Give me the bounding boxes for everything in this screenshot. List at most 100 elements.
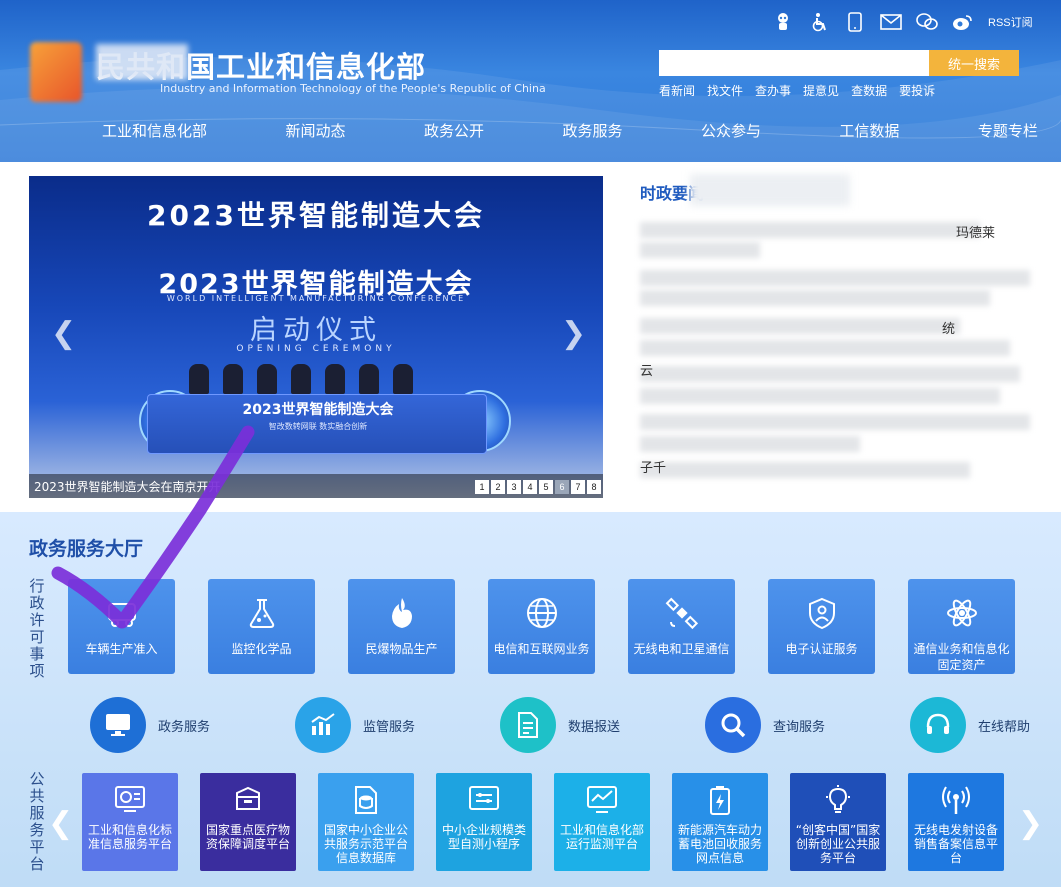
platform-label: “创客中国”国家创新创业公共服务平台 [795,823,881,865]
news-item-redacted[interactable] [640,366,1020,382]
tile-telecom-internet[interactable]: 电信和互联网业务 [488,579,595,674]
standard-icon [113,783,147,817]
news-panel: 时政要闻 玛德莱 统 云 子千 [620,170,1061,506]
pub-operation-monitoring[interactable]: 工业和信息化部运行监测平台 [554,773,650,871]
site-header: 民共和国工业和信息化部 Industry and Information Tec… [0,0,1061,162]
weibo-icon[interactable] [952,11,974,33]
pub-standards-platform[interactable]: 工业和信息化标准信息服务平台 [82,773,178,871]
quick-link-data[interactable]: 查数据 [851,82,887,99]
tile-radio-satellite[interactable]: 无线电和卫星通信 [628,579,735,674]
ceremony-subtitle: OPENING CEREMONY [236,344,396,354]
nav-item-public-participation[interactable]: 公众参与 [689,120,773,141]
banner-title: 2023世界智能制造大会 [147,199,485,232]
mail-icon[interactable] [880,11,902,33]
tile-monitored-chemicals[interactable]: 监控化学品 [208,579,315,674]
service-category-gov[interactable]: 政务服务 [90,697,210,753]
quick-link-suggest[interactable]: 提意见 [803,82,839,99]
news-item-redacted[interactable] [640,388,1000,404]
pager-page-6[interactable]: 6 [555,480,569,494]
satellite-icon [664,595,700,631]
news-item-redacted[interactable] [640,340,1010,356]
news-fragment: 子千 [640,461,667,476]
news-title-redaction [690,174,850,206]
antenna-icon [939,783,973,817]
wechat-icon[interactable] [916,11,938,33]
tile-civil-explosives[interactable]: 民爆物品生产 [348,579,455,674]
site-subtitle: Industry and Information Technology of t… [160,82,546,95]
site-search-input[interactable] [659,50,931,76]
quick-links: 看新闻 找文件 查办事 提意见 查数据 要投诉 [659,82,935,99]
quick-link-files[interactable]: 找文件 [707,82,743,99]
sliders-icon [467,783,501,817]
service-category-query[interactable]: 查询服务 [704,697,825,753]
carousel-next-arrow-icon[interactable]: ❯ [561,316,586,351]
pager-page-8[interactable]: 8 [587,480,601,494]
tile-label: 通信业务和信息化固定资产 [913,642,1010,672]
top-utility-bar: RSS订阅 [772,10,1033,34]
pager-page-7[interactable]: 7 [571,480,585,494]
tile-label: 监控化学品 [231,642,292,656]
box-icon [231,783,265,817]
accessibility-icon[interactable] [808,11,830,33]
public-next-arrow-icon[interactable]: ❯ [1018,806,1043,841]
tile-vehicle-production[interactable]: 车辆生产准入 [68,579,175,674]
service-category-supervision[interactable]: 监管服务 [294,697,415,753]
pub-maker-china[interactable]: “创客中国”国家创新创业公共服务平台 [790,773,886,871]
rss-subscribe-link[interactable]: RSS订阅 [988,14,1033,30]
service-hall-title: 政务服务大厅 [29,538,144,560]
quick-link-complaint[interactable]: 要投诉 [899,82,935,99]
service-category-help[interactable]: 在线帮助 [909,697,1030,753]
pager-page-1[interactable]: 1 [475,480,489,494]
public-prev-arrow-icon[interactable]: ❮ [48,806,73,841]
carousel-caption[interactable]: 2023世界智能制造大会在南京开开 [34,478,221,495]
pub-battery-recycling[interactable]: 新能源汽车动力蓄电池回收服务网点信息 [672,773,768,871]
robot-icon[interactable] [772,11,794,33]
database-icon [349,783,383,817]
service-category-data-report[interactable]: 数据报送 [499,697,620,753]
tile-e-certification[interactable]: 电子认证服务 [768,579,875,674]
pub-radio-equipment[interactable]: 无线电发射设备销售备案信息平台 [908,773,1004,871]
news-carousel[interactable]: 2023世界智能制造大会 2023世界智能制造大会 WORLD INTELLIG… [29,176,603,498]
nav-item-news[interactable]: 新闻动态 [273,120,357,141]
news-fragment: 统 [942,322,956,337]
news-item-redacted[interactable] [640,436,860,452]
quick-link-news[interactable]: 看新闻 [659,82,695,99]
public-platforms-label: 公共服务平台 [29,770,45,873]
public-platform-tiles: 工业和信息化标准信息服务平台 国家重点医疗物资保障调度平台 国家中小企业公共服务… [82,773,1004,871]
pager-page-4[interactable]: 4 [523,480,537,494]
news-item-redacted[interactable] [640,290,990,306]
news-item-redacted[interactable] [640,414,1030,430]
pub-sme-self-test[interactable]: 中小企业规模类型自测小程序 [436,773,532,871]
news-item-redacted[interactable] [640,462,970,478]
nav-item-gov-services[interactable]: 政务服务 [550,120,634,141]
service-category-label: 在线帮助 [977,719,1030,735]
unified-search-button[interactable]: 统一搜索 [929,50,1019,76]
pager-page-2[interactable]: 2 [491,480,505,494]
pub-sme-database[interactable]: 国家中小企业公共服务示范平台信息数据库 [318,773,414,871]
globe-icon [524,595,560,631]
pager-page-5[interactable]: 5 [539,480,553,494]
search-icon [704,697,761,753]
mobile-icon[interactable] [844,11,866,33]
tile-label: 电信和互联网业务 [493,642,590,656]
news-item-redacted[interactable] [640,270,1030,286]
news-item-redacted[interactable] [640,242,760,258]
national-emblem-logo[interactable] [30,42,82,102]
news-item-redacted[interactable] [640,222,980,238]
nav-item-data[interactable]: 工信数据 [827,120,911,141]
news-fragment: 玛德莱 [956,226,996,241]
nav-item-ministry[interactable]: 工业和信息化部 [90,120,219,141]
quick-link-affairs[interactable]: 查办事 [755,82,791,99]
service-category-label: 数据报送 [567,719,620,735]
explosion-icon [384,595,420,631]
nav-item-topics[interactable]: 专题专栏 [966,120,1050,141]
pub-medical-supplies[interactable]: 国家重点医疗物资保障调度平台 [200,773,296,871]
stage-podium: 2023世界智能制造大会 智改数转网联 数实融合创新 [147,394,487,454]
platform-label: 无线电发射设备销售备案信息平台 [913,823,998,865]
news-fragment: 云 [640,364,654,379]
pager-page-3[interactable]: 3 [507,480,521,494]
news-item-redacted[interactable] [640,318,960,334]
tile-telecom-fixed-assets[interactable]: 通信业务和信息化固定资产 [908,579,1015,674]
carousel-prev-arrow-icon[interactable]: ❮ [51,316,76,351]
nav-item-open-affairs[interactable]: 政务公开 [412,120,496,141]
